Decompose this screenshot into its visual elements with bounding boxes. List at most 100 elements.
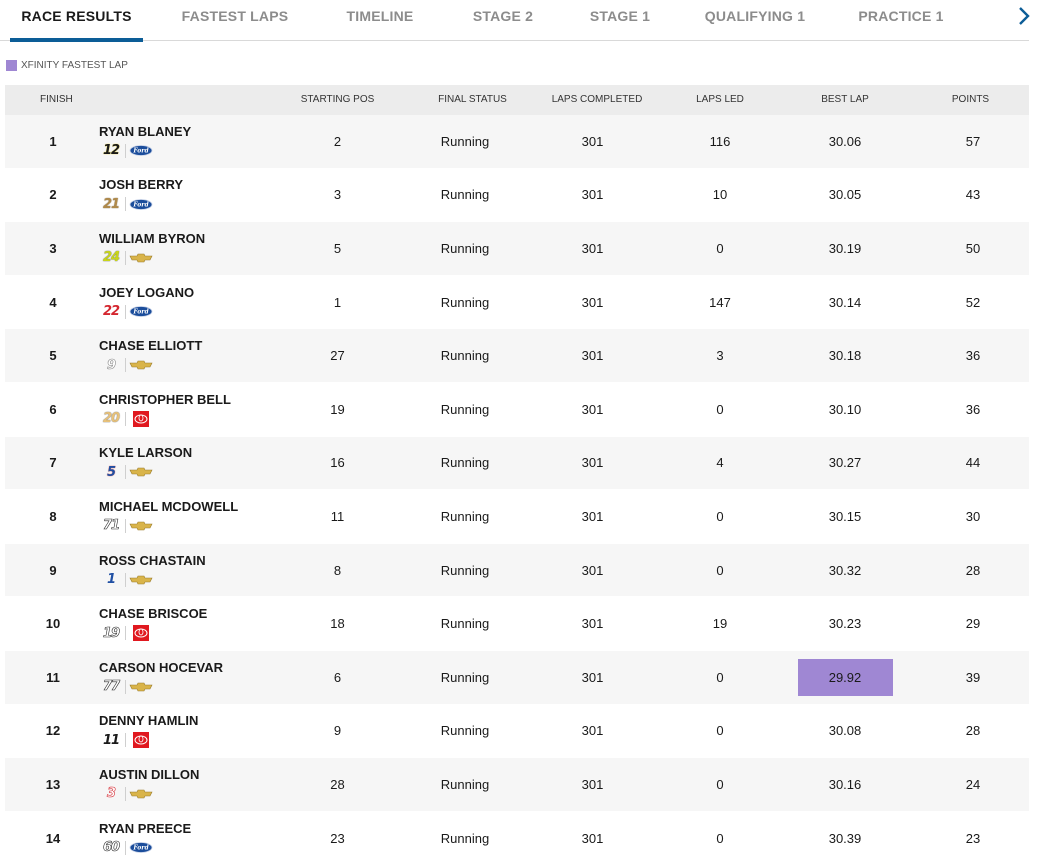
driver-cell[interactable]: CHASE ELLIOTT 9	[99, 329, 299, 382]
header-final-status[interactable]: FINAL STATUS	[425, 85, 520, 115]
best-lap: 30.23	[828, 616, 862, 632]
points: 57	[965, 133, 981, 149]
points: 29	[965, 616, 981, 632]
starting-pos: 2	[333, 133, 342, 149]
table-row[interactable]: 2 JOSH BERRY 21 Ford 3 Running 301 10 30.05 43	[5, 168, 1029, 223]
driver-cell[interactable]: JOEY LOGANO 22 Ford	[99, 276, 299, 329]
driver-cell[interactable]: RYAN PREECE 60 Ford	[99, 812, 299, 865]
final-status: Running	[440, 401, 490, 417]
driver-cell[interactable]: AUSTIN DILLON 3	[99, 758, 299, 811]
final-status: Running	[440, 616, 490, 632]
driver-cell[interactable]: CHRISTOPHER BELL 20	[99, 383, 299, 436]
driver-name[interactable]: CHASE BRISCOE	[99, 606, 207, 622]
table-row[interactable]: 13 AUSTIN DILLON 3 28 Running 301 0 30.16 24	[5, 758, 1029, 812]
car-number: 3	[106, 786, 117, 802]
finish-position: 11	[46, 669, 60, 685]
table-row[interactable]: 6 CHRISTOPHER BELL 20 19 Running 301 0 30.10 36	[5, 382, 1029, 437]
tab-race-results[interactable]: RACE RESULTS	[10, 0, 143, 42]
header-best-lap[interactable]: BEST LAP	[797, 85, 893, 115]
finish-position: 4	[49, 294, 57, 310]
table-row[interactable]: 5 CHASE ELLIOTT 9 27 Running 301 3 30.18 36	[5, 329, 1029, 383]
laps-led: 0	[716, 240, 724, 256]
starting-pos: 1	[333, 294, 342, 310]
driver-name[interactable]: CARSON HOCEVAR	[99, 660, 223, 676]
chevron-right-icon[interactable]	[1014, 4, 1034, 28]
table-row[interactable]: 7 KYLE LARSON 5 16 Running 301 4 30.27 44	[5, 436, 1029, 491]
header-points[interactable]: POINTS	[933, 85, 1008, 115]
header-starting-pos[interactable]: STARTING POS	[300, 85, 375, 115]
laps-led: 116	[709, 133, 731, 149]
laps-led: 0	[716, 723, 724, 739]
driver-name[interactable]: RYAN PREECE	[99, 821, 191, 837]
starting-pos: 28	[330, 776, 345, 792]
driver-cell[interactable]: JOSH BERRY 21 Ford	[99, 169, 299, 222]
table-row[interactable]: 3 WILLIAM BYRON 24 5 Running 301 0 30.19 50	[5, 222, 1029, 276]
laps-led: 0	[716, 776, 724, 792]
laps-completed: 301	[581, 616, 604, 632]
table-row[interactable]: 12 DENNY HAMLIN 11 9 Running 301 0 30.08 28	[5, 704, 1029, 759]
table-row[interactable]: 4 JOEY LOGANO 22 Ford 1 Running 301 147 30.14 52	[5, 275, 1029, 330]
driver-name[interactable]: AUSTIN DILLON	[99, 767, 199, 783]
driver-name[interactable]: CHASE ELLIOTT	[99, 338, 202, 354]
points: 50	[965, 240, 981, 256]
car-info: 20	[99, 410, 153, 427]
driver-name[interactable]: CHRISTOPHER BELL	[99, 392, 231, 408]
tab-practice-1[interactable]: PRACTICE 1	[850, 0, 952, 41]
driver-cell[interactable]: CHASE BRISCOE 19	[99, 597, 299, 650]
best-lap: 30.19	[828, 240, 862, 256]
driver-name[interactable]: RYAN BLANEY	[99, 124, 191, 140]
table-row[interactable]: 8 MICHAEL MCDOWELL 71 11 Running 301 0 30.15 30	[5, 490, 1029, 544]
starting-pos: 27	[330, 348, 345, 364]
best-lap-cell: 30.39	[797, 812, 893, 865]
chevrolet-logo-icon	[129, 520, 153, 532]
driver-name[interactable]: ROSS CHASTAIN	[99, 553, 206, 569]
table-row[interactable]: 9 ROSS CHASTAIN 1 8 Running 301 0 30.32 28	[5, 543, 1029, 598]
points: 39	[965, 669, 981, 685]
best-lap-cell: 30.16	[797, 758, 893, 811]
laps-completed: 301	[581, 294, 604, 310]
best-lap: 30.39	[828, 830, 862, 846]
driver-cell[interactable]: WILLIAM BYRON 24	[99, 222, 299, 275]
table-row[interactable]: 11 CARSON HOCEVAR 77 6 Running 301 0 29.92 39	[5, 650, 1029, 705]
driver-cell[interactable]: MICHAEL MCDOWELL 71	[99, 490, 299, 543]
driver-name[interactable]: JOEY LOGANO	[99, 285, 194, 301]
driver-name[interactable]: MICHAEL MCDOWELL	[99, 499, 238, 515]
laps-completed: 301	[581, 508, 604, 524]
chevrolet-logo-icon	[129, 788, 153, 800]
car-info: 5	[99, 464, 153, 480]
driver-cell[interactable]: DENNY HAMLIN 11	[99, 705, 299, 758]
car-number: 19	[102, 625, 121, 641]
tab-fastest-laps[interactable]: FASTEST LAPS	[170, 0, 300, 41]
car-info: 19	[99, 625, 153, 642]
driver-cell[interactable]: RYAN BLANEY 12 Ford	[99, 115, 299, 168]
header-laps-led[interactable]: LAPS LED	[685, 85, 755, 115]
table-row[interactable]: 14 RYAN PREECE 60 Ford 23 Running 301 0 30.39 23	[5, 811, 1029, 866]
car-number: 60	[102, 840, 121, 856]
driver-name[interactable]: WILLIAM BYRON	[99, 231, 205, 247]
best-lap-cell: 30.15	[797, 490, 893, 543]
ford-logo-icon: Ford	[129, 198, 153, 210]
driver-cell[interactable]: KYLE LARSON 5	[99, 437, 299, 490]
best-lap: 30.05	[828, 187, 862, 203]
points: 43	[965, 187, 981, 203]
driver-name[interactable]: DENNY HAMLIN	[99, 713, 198, 729]
divider	[125, 679, 126, 694]
tab-stage-1[interactable]: STAGE 1	[576, 0, 664, 41]
table-header: FINISH STARTING POS FINAL STATUS LAPS CO…	[5, 85, 1029, 115]
best-lap: 30.08	[828, 723, 862, 739]
driver-name[interactable]: KYLE LARSON	[99, 445, 192, 461]
tab-stage-2[interactable]: STAGE 2	[458, 0, 548, 41]
driver-cell[interactable]: CARSON HOCEVAR 77	[99, 651, 299, 704]
driver-name[interactable]: JOSH BERRY	[99, 177, 183, 193]
tab-timeline[interactable]: TIMELINE	[330, 0, 430, 41]
header-finish[interactable]: FINISH	[40, 85, 73, 115]
tab-qualifying-1[interactable]: QUALIFYING 1	[696, 0, 814, 41]
table-row[interactable]: 10 CHASE BRISCOE 19 18 Running 301 19 30.23 29	[5, 597, 1029, 651]
header-laps-completed[interactable]: LAPS COMPLETED	[545, 85, 649, 115]
best-lap: 30.18	[828, 348, 862, 364]
starting-pos: 16	[330, 455, 345, 471]
best-lap-cell: 30.14	[797, 276, 893, 329]
table-row[interactable]: 1 RYAN BLANEY 12 Ford 2 Running 301 116 30.06 57	[5, 115, 1029, 169]
car-info: 3	[99, 786, 153, 802]
driver-cell[interactable]: ROSS CHASTAIN 1	[99, 544, 299, 597]
